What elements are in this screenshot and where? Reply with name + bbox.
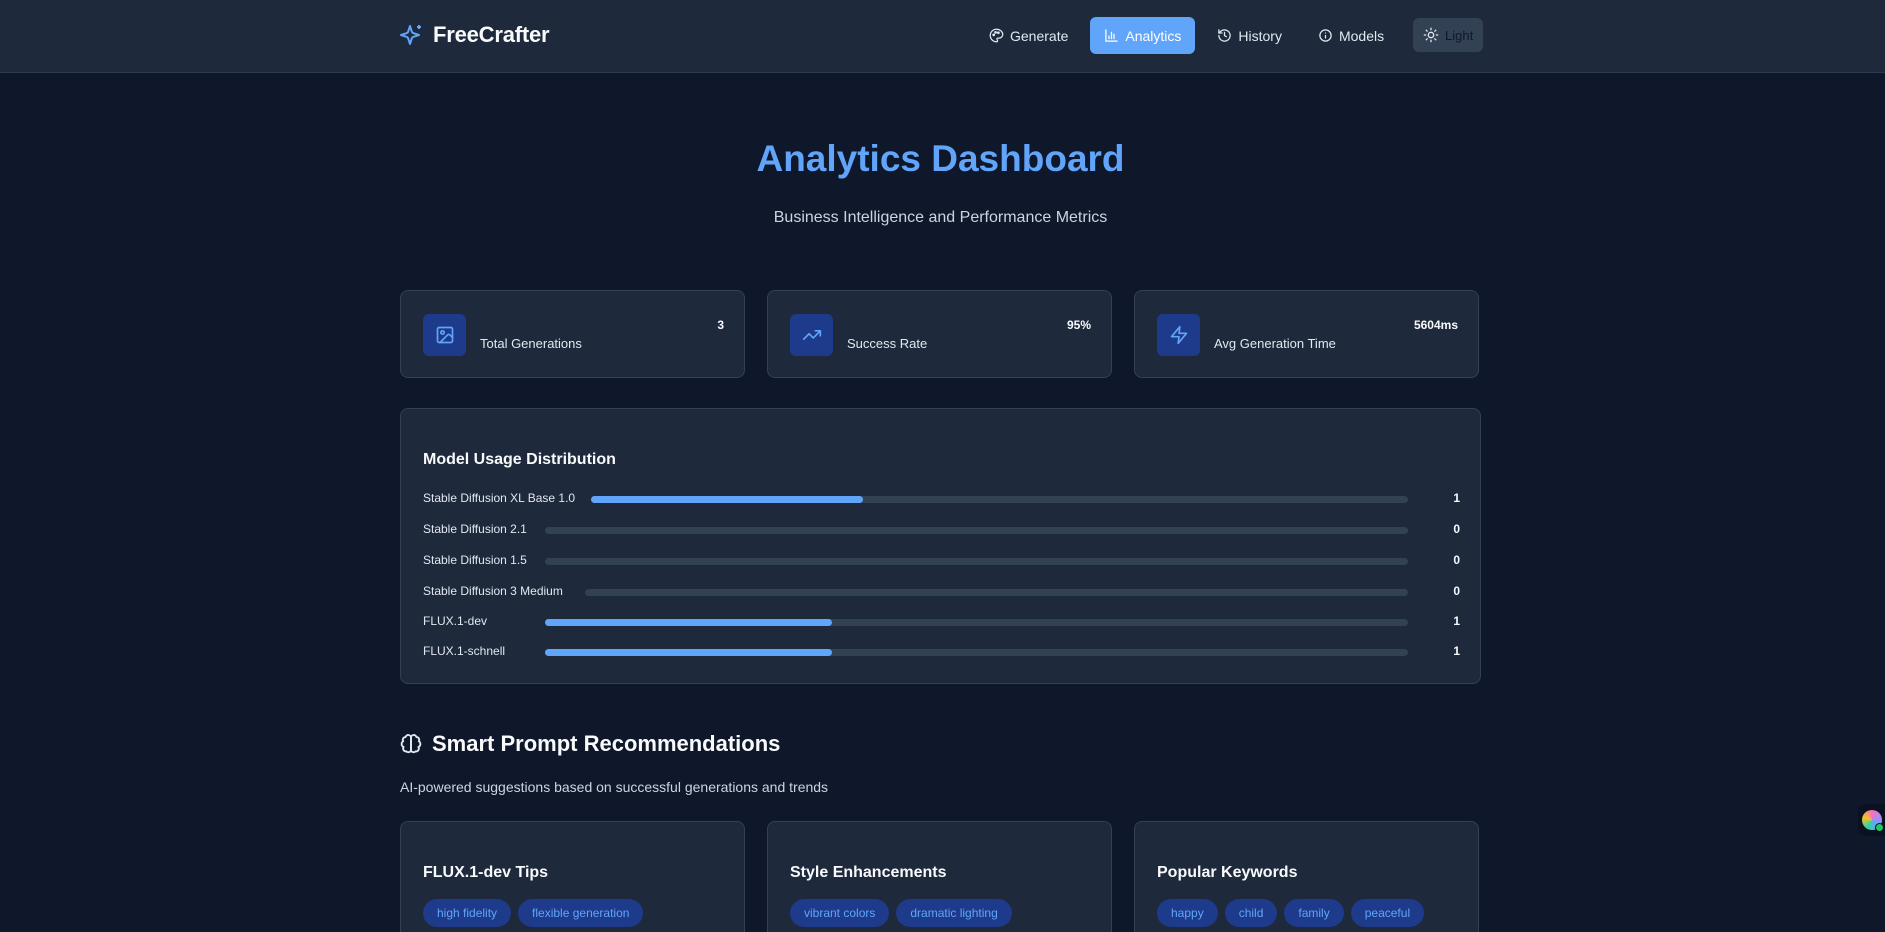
nav-generate-label: Generate	[1010, 27, 1069, 44]
usage-row-label: FLUX.1-dev	[423, 614, 488, 628]
usage-row: Stable Diffusion 3 Medium 0	[423, 584, 1460, 600]
usage-row: FLUX.1-schnell 1	[423, 644, 1460, 660]
theme-toggle-label: Light	[1445, 27, 1474, 43]
suggestion-chip[interactable]: family	[1284, 899, 1344, 927]
usage-bar-track	[545, 558, 1408, 565]
rec-card-title: Style Enhancements	[790, 864, 947, 881]
main-nav: Generate Analytics History Models	[975, 17, 1398, 54]
theme-toggle-button[interactable]: Light	[1413, 18, 1484, 52]
suggestion-chip[interactable]: flexible generation	[518, 899, 644, 927]
sun-icon	[1423, 27, 1439, 43]
assistant-avatar-icon	[1861, 810, 1884, 832]
history-icon	[1218, 29, 1232, 42]
usage-row-count: 0	[1453, 584, 1460, 598]
usage-row: Stable Diffusion 2.1 0	[423, 522, 1460, 538]
usage-row: Stable Diffusion 1.5 0	[423, 553, 1460, 569]
brand[interactable]: FreeCrafter	[400, 22, 550, 48]
usage-bar-track	[545, 649, 1408, 656]
rec-card-popular-keywords: Popular Keywords happy child family peac…	[1134, 821, 1479, 932]
usage-bar-fill	[591, 496, 864, 503]
nav-analytics[interactable]: Analytics	[1090, 17, 1196, 54]
usage-row-label: FLUX.1-schnell	[423, 644, 506, 658]
usage-row-count: 1	[1453, 644, 1460, 658]
recommendations-subtitle: AI-powered suggestions based on successf…	[400, 779, 829, 795]
image-icon	[423, 314, 466, 356]
chip-list: high fidelity flexible generation	[423, 899, 644, 927]
info-icon	[1319, 29, 1332, 42]
page-subtitle: Business Intelligence and Performance Me…	[773, 209, 1108, 226]
usage-bar-track	[591, 496, 1408, 503]
sparkles-icon	[400, 25, 421, 45]
recommendations-title: Smart Prompt Recommendations	[432, 731, 781, 756]
stat-card-avg-generation-time: Avg Generation Time 5604ms	[1134, 290, 1479, 378]
stat-value: 95%	[1066, 318, 1091, 332]
stat-card-total-generations: Total Generations 3	[400, 290, 745, 378]
usage-row-count: 1	[1453, 614, 1460, 628]
nav-models-label: Models	[1338, 27, 1385, 44]
nav-generate[interactable]: Generate	[975, 17, 1082, 54]
rec-card-style-enhancements: Style Enhancements vibrant colors dramat…	[767, 821, 1112, 932]
chip-list: vibrant colors dramatic lighting	[790, 899, 1012, 927]
suggestion-chip[interactable]: vibrant colors	[790, 899, 890, 927]
top-navbar: FreeCrafter Generate Analytics History M…	[0, 0, 1885, 73]
stat-value: 3	[717, 318, 724, 332]
rec-card-flux-tips: FLUX.1-dev Tips high fidelity flexible g…	[400, 821, 745, 932]
nav-history-label: History	[1238, 27, 1282, 44]
suggestion-chip[interactable]: child	[1224, 899, 1278, 927]
usage-row: FLUX.1-dev 1	[423, 614, 1460, 630]
usage-row-count: 0	[1453, 553, 1460, 567]
usage-row: Stable Diffusion XL Base 1.0 1	[423, 491, 1460, 507]
usage-row-label: Stable Diffusion 1.5	[423, 553, 527, 567]
usage-row-label: Stable Diffusion 3 Medium	[423, 584, 563, 598]
suggestion-chip[interactable]: peaceful	[1350, 899, 1425, 927]
stat-label: Avg Generation Time	[1214, 336, 1336, 351]
usage-bar-track	[545, 619, 1408, 626]
stat-value: 5604ms	[1413, 318, 1458, 332]
zap-icon	[1157, 314, 1200, 356]
suggestion-chip[interactable]: happy	[1157, 899, 1218, 927]
suggestion-chip[interactable]: high fidelity	[423, 899, 512, 927]
stat-label: Success Rate	[847, 336, 928, 351]
floating-assistant-button[interactable]	[1858, 804, 1885, 836]
usage-row-count: 1	[1453, 491, 1460, 505]
trending-up-icon	[790, 314, 833, 356]
brain-icon	[400, 734, 422, 754]
bar-chart-icon	[1105, 29, 1119, 42]
model-usage-panel: Model Usage Distribution Stable Diffusio…	[400, 408, 1481, 684]
rec-card-title: FLUX.1-dev Tips	[423, 864, 549, 881]
recommendations-header: Smart Prompt Recommendations	[400, 731, 780, 757]
stat-label: Total Generations	[480, 336, 582, 351]
usage-bar-fill	[545, 619, 833, 626]
usage-row-count: 0	[1453, 522, 1460, 536]
suggestion-chip[interactable]: dramatic lighting	[896, 899, 1012, 927]
model-usage-title: Model Usage Distribution	[423, 451, 616, 468]
page-title: Analytics Dashboard	[756, 138, 1125, 179]
brand-name: FreeCrafter	[433, 22, 550, 47]
usage-row-label: Stable Diffusion XL Base 1.0	[423, 491, 576, 505]
nav-analytics-label: Analytics	[1125, 27, 1182, 44]
usage-bar-fill	[545, 649, 833, 656]
usage-bar-track	[585, 589, 1408, 596]
usage-row-label: Stable Diffusion 2.1	[423, 522, 527, 536]
usage-bar-track	[545, 527, 1408, 534]
rec-card-title: Popular Keywords	[1157, 864, 1298, 881]
chip-list: happy child family peaceful	[1157, 899, 1425, 927]
nav-models[interactable]: Models	[1304, 17, 1398, 54]
palette-icon	[989, 28, 1004, 43]
nav-history[interactable]: History	[1203, 17, 1296, 54]
stat-card-success-rate: Success Rate 95%	[767, 290, 1112, 378]
